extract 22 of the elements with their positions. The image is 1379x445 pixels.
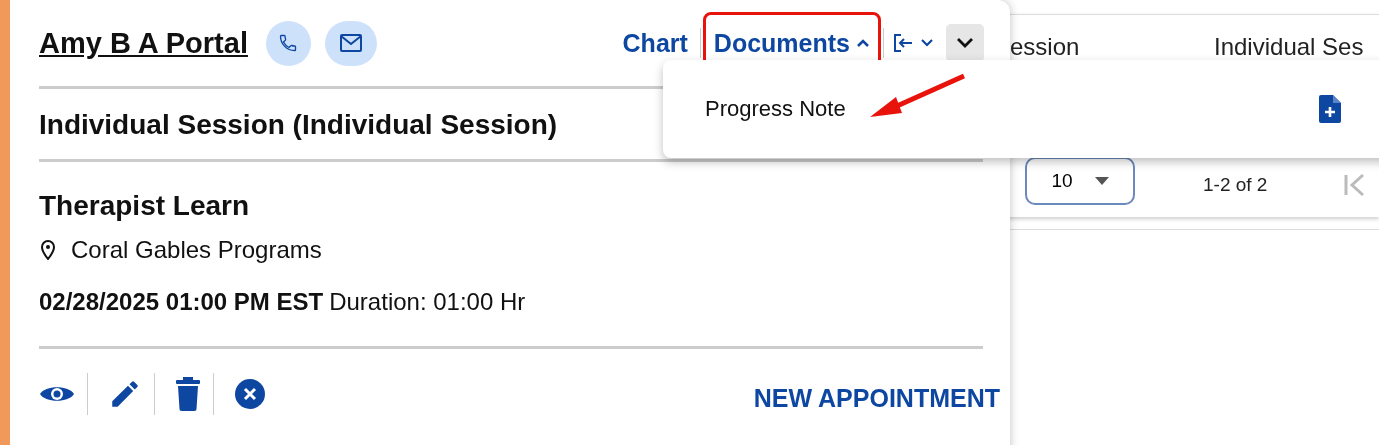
phone-icon [278,33,299,53]
page-range: 1-2 of 2 [1203,174,1268,196]
add-document-icon[interactable] [1319,95,1341,123]
chart-link[interactable]: Chart [612,12,698,74]
expand-button[interactable] [946,24,984,62]
dropdown-arrow-icon [1094,177,1109,185]
duration-text: Duration: 01:00 Hr [329,288,526,316]
appointment-datetime: 02/28/2025 01:00 PM EST [39,288,324,316]
column-header: ession [1010,33,1081,61]
menu-item[interactable]: Progress Note [705,96,1319,122]
chevron-down-icon [955,37,975,49]
new-appointment-button[interactable]: NEW APPOINTMENT [753,383,1000,413]
client-name-link[interactable]: Amy B A Portal [39,26,248,60]
email-button[interactable] [324,20,377,66]
location-text: Coral Gables Programs [71,236,322,264]
location-pin-icon [41,240,55,260]
provider-name: Therapist Learn [39,189,251,223]
appointment-title: Individual Session (Individual Session) [39,108,558,142]
column-header: Individual Ses [1214,33,1364,61]
cancel-icon[interactable] [234,378,266,410]
delete-trash-icon[interactable] [175,377,201,411]
email-icon [338,33,363,53]
